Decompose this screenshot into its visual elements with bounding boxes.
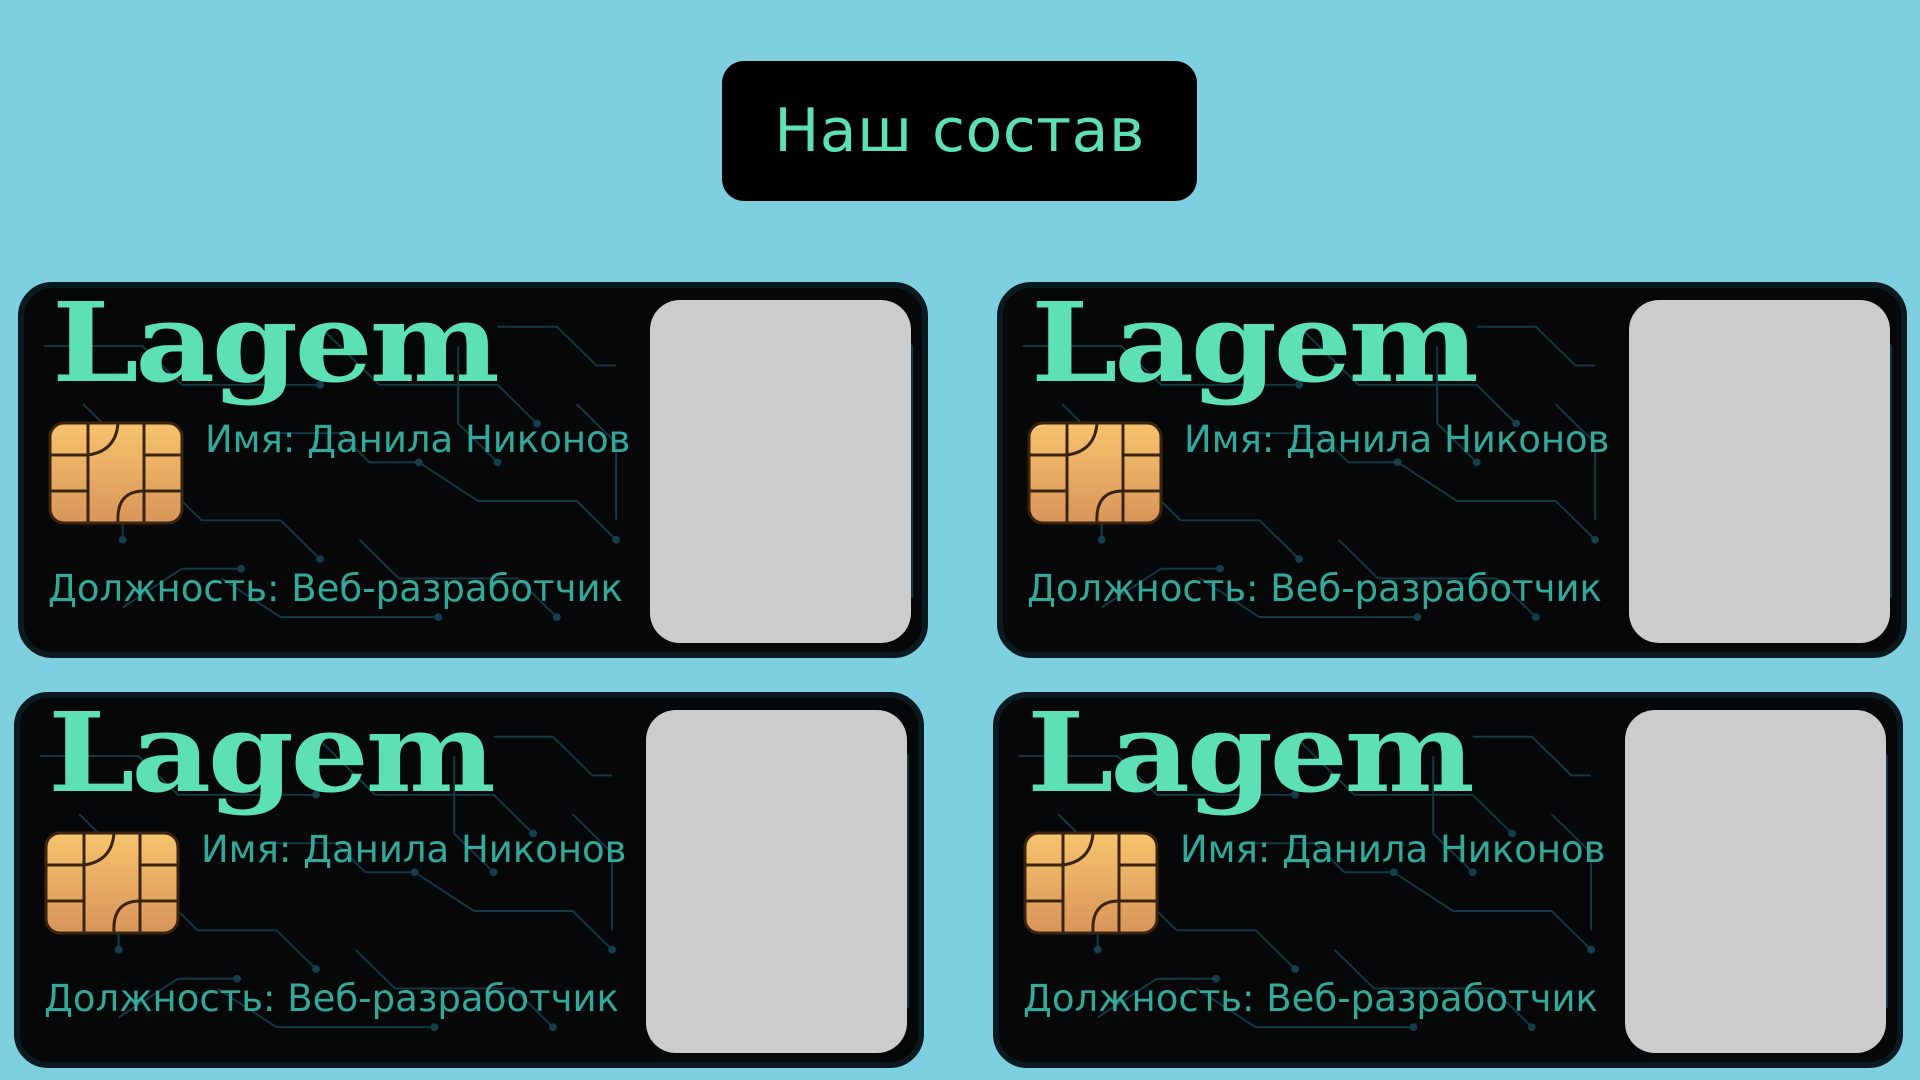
sim-chip-icon — [1027, 421, 1163, 525]
member-role: Должность: Веб-разработчик — [1023, 977, 1598, 1020]
member-card: Lagem Имя: Данила Никонов Должность: Веб… — [997, 282, 1907, 658]
lagem-logo: Lagem — [52, 282, 500, 407]
sim-chip-icon — [44, 831, 180, 935]
member-name: Имя: Данила Никонов — [1184, 418, 1610, 461]
member-name: Имя: Данила Никонов — [201, 828, 627, 871]
member-name: Имя: Данила Никонов — [1180, 828, 1606, 871]
photo-placeholder — [646, 710, 907, 1053]
member-name: Имя: Данила Никонов — [205, 418, 631, 461]
photo-placeholder — [650, 300, 911, 643]
photo-placeholder — [1625, 710, 1886, 1053]
member-role: Должность: Веб-разработчик — [44, 977, 619, 1020]
lagem-logo: Lagem — [1031, 282, 1479, 407]
title-box: Наш состав — [722, 61, 1197, 201]
photo-placeholder — [1629, 300, 1890, 643]
member-role: Должность: Веб-разработчик — [1027, 567, 1602, 610]
page-title: Наш состав — [774, 96, 1145, 166]
lagem-logo: Lagem — [1027, 692, 1475, 817]
member-card: Lagem Имя: Данила Никонов Должность: Веб… — [18, 282, 928, 658]
lagem-logo: Lagem — [48, 692, 496, 817]
member-role: Должность: Веб-разработчик — [48, 567, 623, 610]
member-card: Lagem Имя: Данила Никонов Должность: Веб… — [993, 692, 1903, 1068]
sim-chip-icon — [1023, 831, 1159, 935]
sim-chip-icon — [48, 421, 184, 525]
member-card: Lagem Имя: Данила Никонов Должность: Веб… — [14, 692, 924, 1068]
